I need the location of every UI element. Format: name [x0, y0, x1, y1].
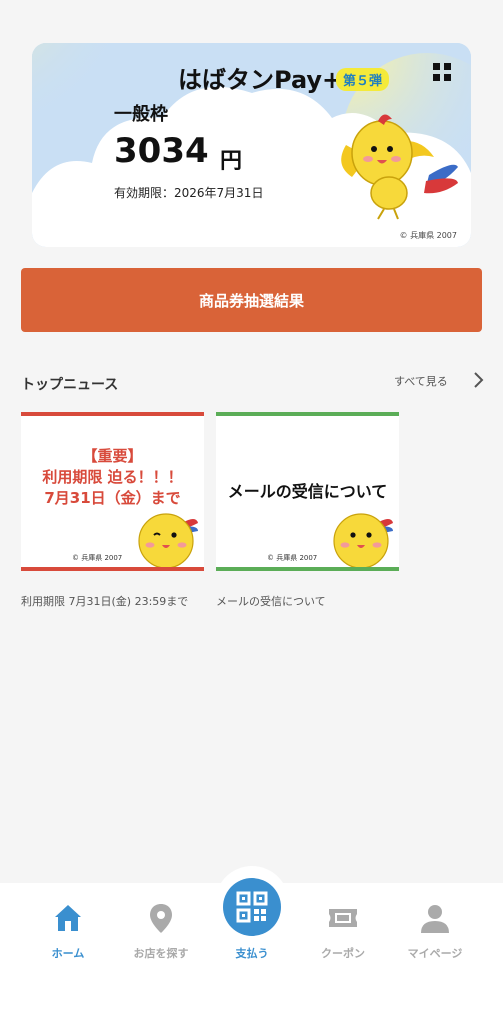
- nav-label: クーポン: [321, 947, 365, 960]
- nav-home[interactable]: ホーム: [23, 883, 113, 973]
- nav-label: お店を探す: [133, 947, 189, 960]
- nav-label: ホーム: [51, 947, 85, 960]
- brand-title: はばタンPay+: [178, 66, 343, 94]
- person-icon: [421, 905, 449, 933]
- news-card-email[interactable]: メールの受信について © 兵庫県 2007: [216, 412, 399, 571]
- expiry-date: 有効期限：2026年7月31日: [114, 186, 264, 200]
- limit-label: 一般枠: [114, 104, 168, 125]
- chevron-right-icon[interactable]: [472, 371, 484, 389]
- lottery-result-button[interactable]: 商品券抽選結果: [21, 268, 482, 332]
- mascot-bird-illustration: [341, 114, 458, 220]
- mascot-bird-illustration: [138, 513, 198, 567]
- card-copyright: © 兵庫県 2007: [399, 231, 457, 240]
- nav-coupon[interactable]: クーポン: [298, 883, 388, 973]
- news-caption[interactable]: メールの受信について: [216, 593, 326, 609]
- balance-card[interactable]: はばタンPay+ 第５弾 一般枠 3034 円 有効期限：2026年7月31日 …: [32, 43, 471, 247]
- currency-unit: 円: [220, 149, 243, 174]
- mascot-bird-illustration: [333, 513, 393, 567]
- nav-label: 支払う: [235, 947, 269, 960]
- news-copyright: © 兵庫県 2007: [72, 554, 123, 562]
- grid-icon[interactable]: [433, 63, 451, 81]
- news-headline: メールの受信について: [227, 482, 388, 501]
- news-copyright: © 兵庫県 2007: [267, 554, 318, 562]
- news-caption[interactable]: 利用期限 7月31日(金) 23:59まで: [21, 593, 188, 609]
- news-section-title: トップニュース: [21, 377, 119, 393]
- nav-label: マイページ: [407, 947, 463, 960]
- pay-button[interactable]: [223, 878, 281, 936]
- nav-mypage[interactable]: マイページ: [390, 883, 480, 973]
- see-all-link[interactable]: すべて見る: [394, 373, 448, 389]
- news-headline: 【重要】 利用期限 迫る！！！ 7月31日（金）まで: [42, 447, 183, 507]
- news-card-deadline[interactable]: 【重要】 利用期限 迫る！！！ 7月31日（金）まで © 兵庫県 2007: [21, 412, 204, 571]
- home-icon: [55, 905, 81, 931]
- campaign-badge: 第５弾: [336, 68, 390, 91]
- location-pin-icon: [150, 904, 172, 933]
- balance-amount: 3034: [114, 131, 209, 171]
- nav-find-store[interactable]: お店を探す: [116, 883, 206, 973]
- qr-code-icon: [236, 891, 268, 923]
- ticket-icon: [329, 909, 357, 927]
